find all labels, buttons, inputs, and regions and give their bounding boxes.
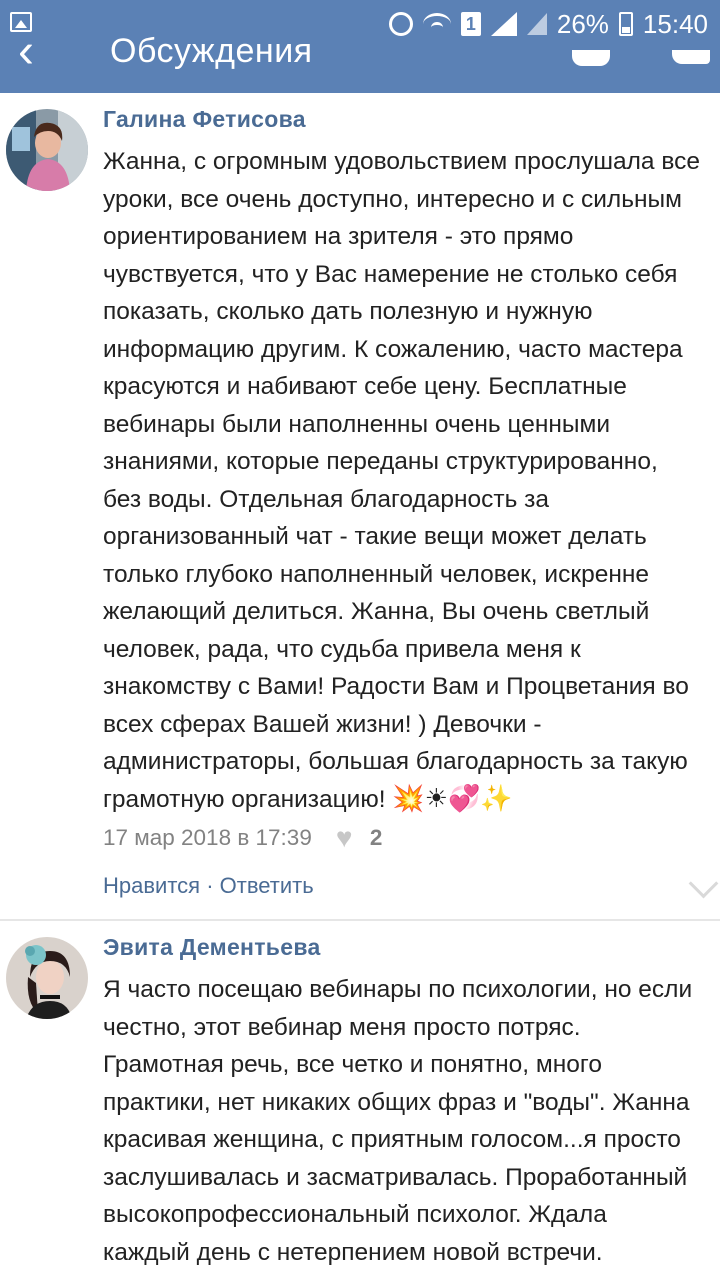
comment-item: Эвита Дементьева Я часто посещаю вебинар… xyxy=(0,921,720,1280)
comment-author[interactable]: Галина Фетисова xyxy=(103,106,306,133)
comment-actions[interactable]: Нравится · Ответить xyxy=(103,873,314,899)
signal-secondary-icon xyxy=(526,13,547,35)
nav-bar: ‹ Обсуждения xyxy=(0,28,720,93)
comment-meta: 17 мар 2018 в 17:39 ♥ 2 xyxy=(103,824,383,852)
app-header: 1 26% 15:40 ‹ Обсуждения xyxy=(0,0,720,93)
comment-text: Жанна, с огромным удовольствием прослуша… xyxy=(103,143,718,819)
comment-body: Жанна, с огромным удовольствием прослуша… xyxy=(103,148,700,813)
share-icon[interactable] xyxy=(672,50,710,64)
comment-date: 17 мар 2018 в 17:39 xyxy=(103,825,312,850)
page-title: Обсуждения xyxy=(110,32,313,70)
battery-icon xyxy=(618,12,633,36)
like-count: 2 xyxy=(369,825,383,850)
comment-item: Галина Фетисова Жанна, с огромным удовол… xyxy=(0,93,720,920)
bell-icon[interactable] xyxy=(572,50,610,66)
chevron-down-icon[interactable] xyxy=(688,868,719,899)
wifi-icon xyxy=(422,13,451,35)
signal-icon xyxy=(490,12,517,36)
heart-icon[interactable]: ♥ xyxy=(336,824,362,852)
avatar[interactable] xyxy=(6,937,88,1019)
status-bar: 1 26% 15:40 xyxy=(0,0,720,48)
back-arrow-icon[interactable]: ‹ xyxy=(18,28,46,76)
avatar[interactable] xyxy=(6,109,88,191)
comment-emojis: 💥☀💞✨ xyxy=(392,784,513,815)
clock: 15:40 xyxy=(642,8,708,39)
battery-percent: 26% xyxy=(556,8,609,39)
comment-author[interactable]: Эвита Дементьева xyxy=(103,934,321,961)
sim-icon: 1 xyxy=(460,12,481,36)
comment-text: Я часто посещаю вебинары по психологии, … xyxy=(103,976,693,1266)
alarm-icon xyxy=(388,12,413,36)
